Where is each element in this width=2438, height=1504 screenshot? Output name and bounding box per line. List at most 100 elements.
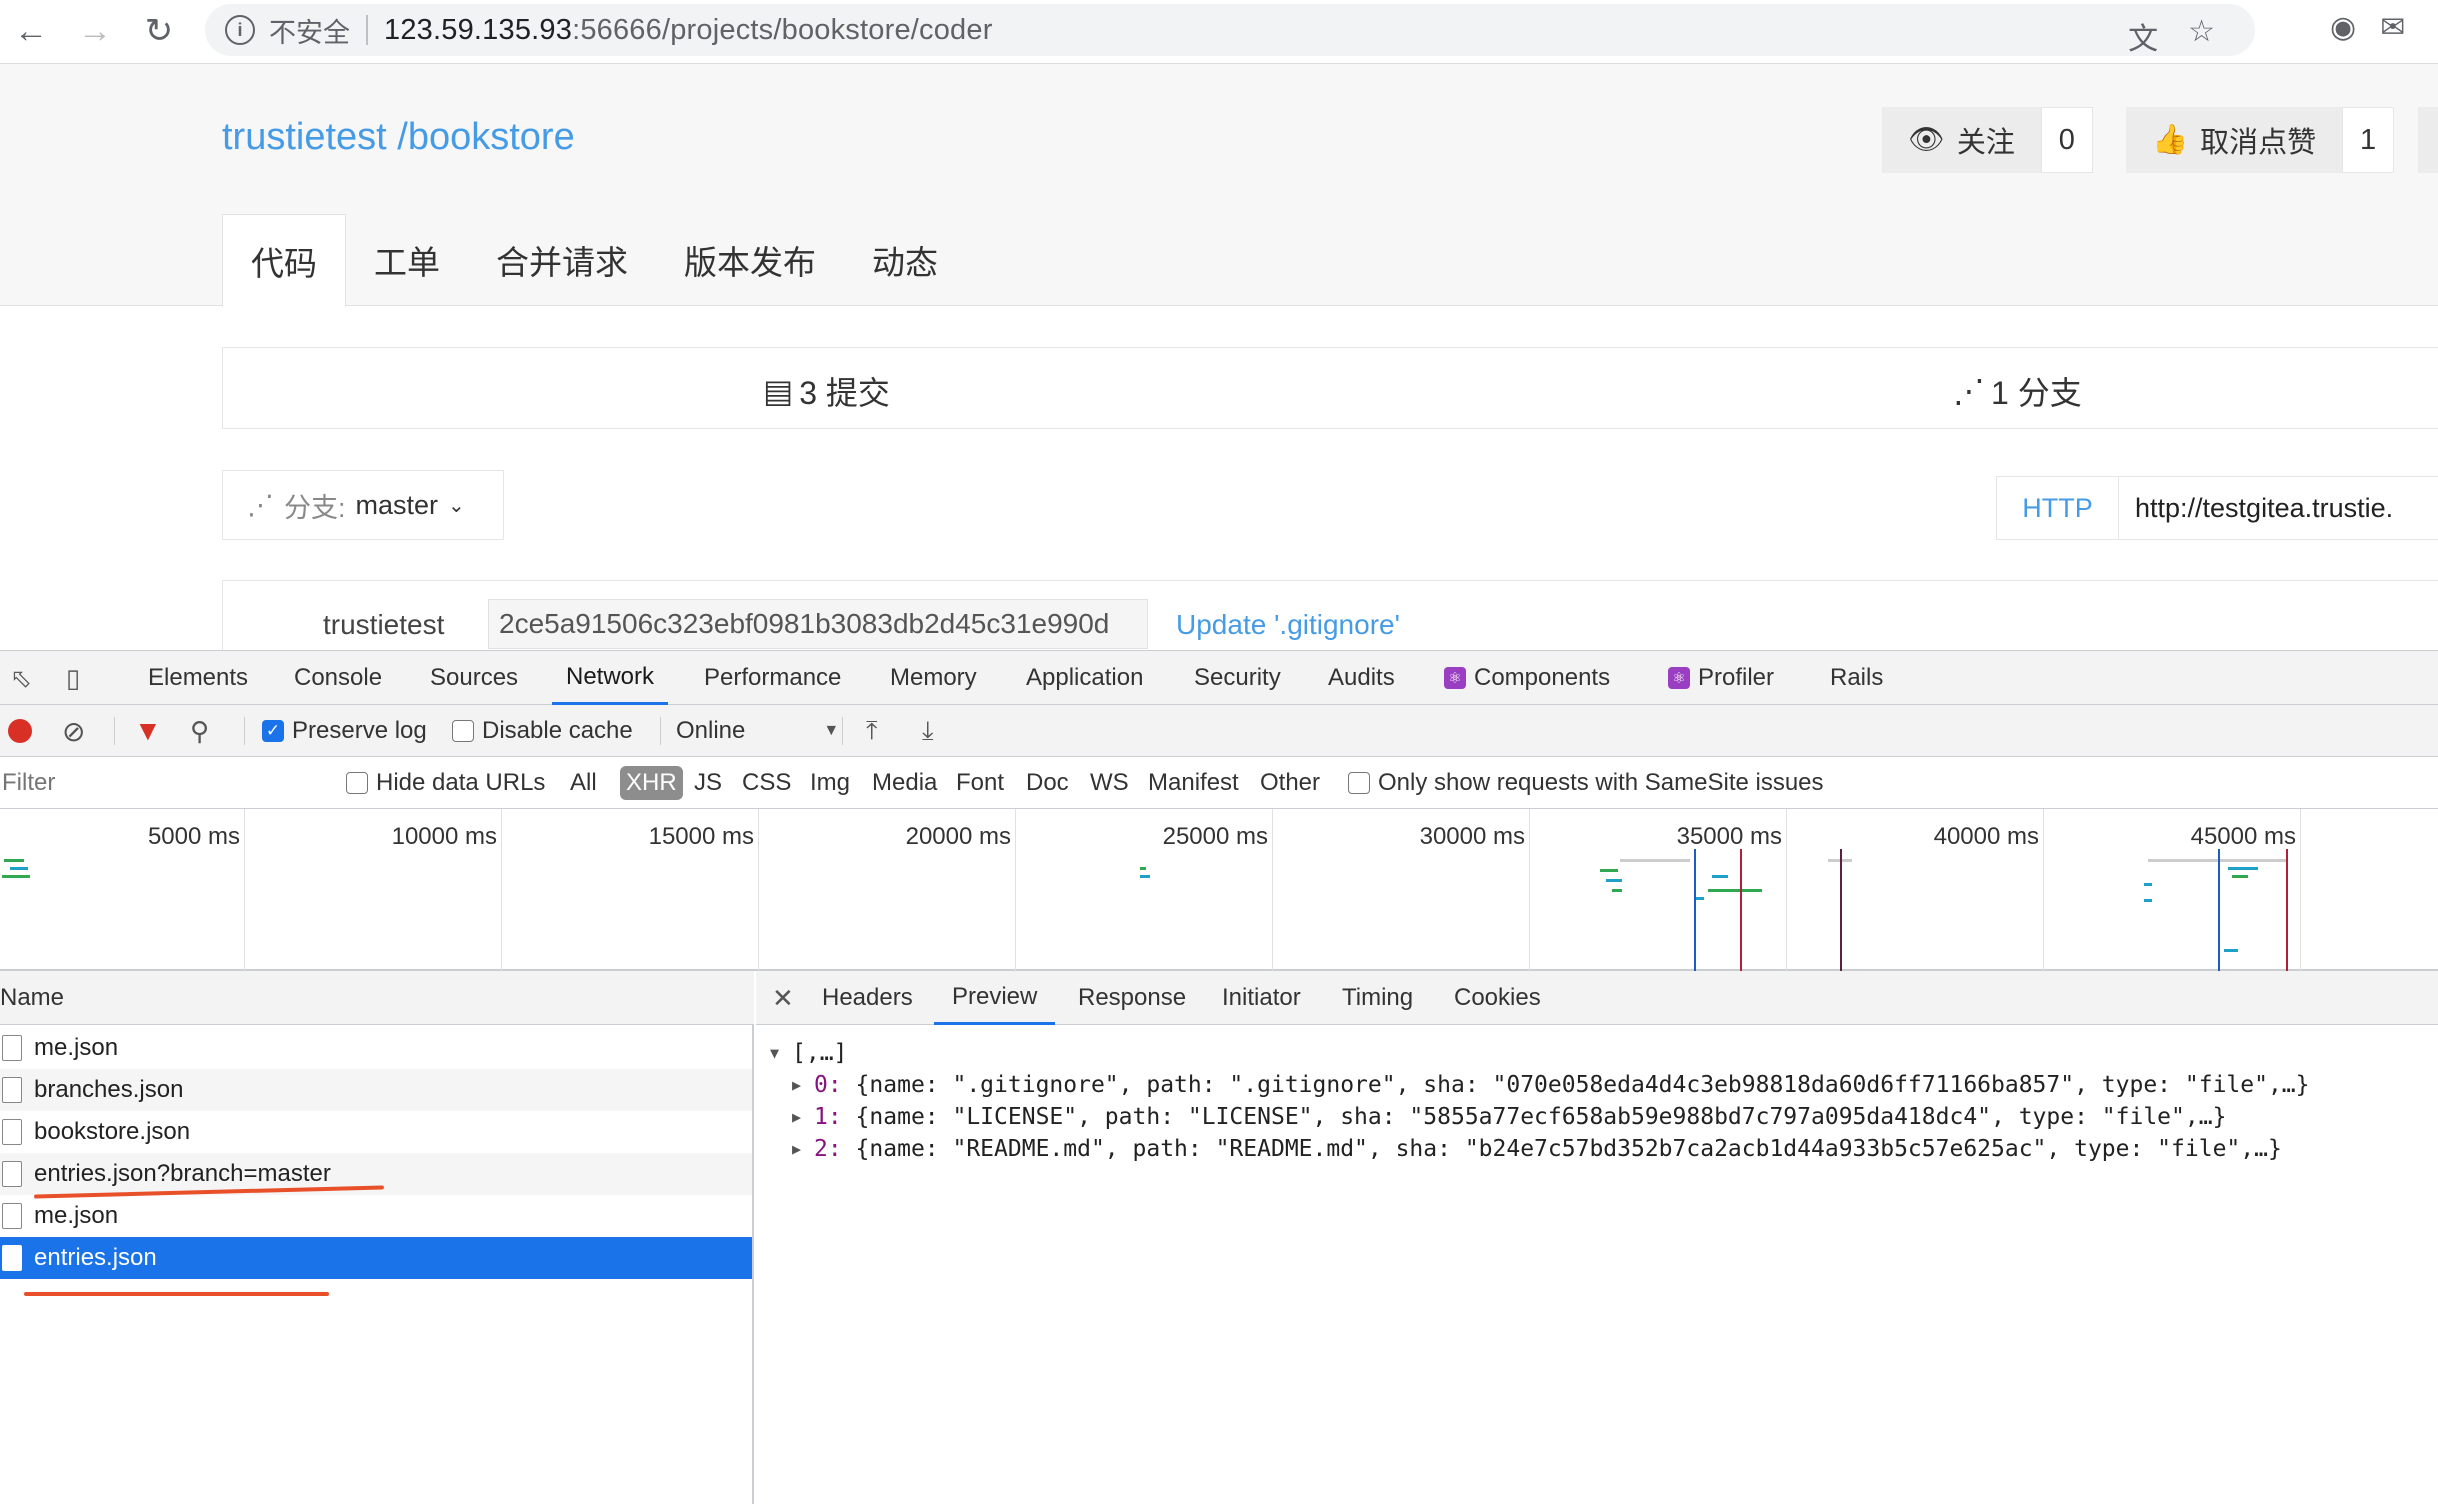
filter-input[interactable]: [0, 763, 320, 803]
tab-code[interactable]: 代码: [222, 214, 346, 307]
device-toolbar-icon[interactable]: ▯: [58, 663, 88, 693]
unlike-button[interactable]: 👍 取消点赞: [2126, 107, 2343, 173]
translate-icon[interactable]: 文: [2128, 14, 2158, 58]
filter-type-ws[interactable]: WS: [1090, 757, 1129, 809]
tab-security[interactable]: Security: [1194, 651, 1281, 705]
tab-releases[interactable]: 版本发布: [656, 214, 844, 306]
address-bar[interactable]: i 不安全 123.59.135.93:56666/projects/books…: [205, 4, 2255, 56]
export-har-icon[interactable]: ⤓: [922, 705, 934, 757]
watch-button[interactable]: 👁 关注: [1882, 107, 2041, 173]
url-text[interactable]: 123.59.135.93:56666/projects/bookstore/c…: [384, 14, 993, 47]
timeline-request-bar: [2144, 883, 2152, 886]
request-row-selected[interactable]: entries.json: [0, 1237, 752, 1279]
import-har-icon[interactable]: ⤒: [866, 705, 878, 757]
eye-icon: 👁: [1908, 124, 1945, 156]
extension-camera-icon[interactable]: ◉: [2330, 10, 2356, 45]
commit-sha[interactable]: 2ce5a91506c323ebf0981b3083db2d45c31e990d: [488, 599, 1148, 649]
branch-selector[interactable]: ⋰ 分支: master ⌄: [222, 470, 504, 540]
filter-type-img[interactable]: Img: [810, 757, 850, 809]
disable-cache-label: Disable cache: [482, 717, 633, 744]
disable-cache-checkbox[interactable]: Disable cache: [452, 705, 633, 757]
samesite-checkbox[interactable]: Only show requests with SameSite issues: [1348, 757, 1824, 809]
tab-sources[interactable]: Sources: [430, 651, 518, 705]
repo-title[interactable]: trustietest /bookstore: [222, 116, 575, 159]
filter-type-font[interactable]: Font: [956, 757, 1004, 809]
tab-rails[interactable]: Rails: [1830, 651, 1883, 705]
forward-icon[interactable]: →: [72, 8, 118, 54]
tab-network[interactable]: Network: [552, 651, 669, 705]
preserve-log-checkbox[interactable]: ✓ Preserve log: [262, 705, 427, 757]
hide-data-urls-checkbox[interactable]: Hide data URLs: [346, 757, 545, 809]
tab-activity[interactable]: 动态: [844, 214, 966, 306]
expand-triangle-icon[interactable]: ▶: [792, 1076, 814, 1094]
commits-stat[interactable]: ▤ 3 提交: [763, 368, 890, 414]
commit-author[interactable]: trustietest: [323, 609, 444, 641]
tab-elements[interactable]: Elements: [148, 651, 248, 705]
timeline-gridline: [2043, 809, 2044, 971]
filter-type-all[interactable]: All: [570, 757, 597, 809]
request-row[interactable]: me.json: [0, 1027, 752, 1069]
tab-audits[interactable]: Audits: [1328, 651, 1395, 705]
extension-mail-icon[interactable]: ✉: [2380, 10, 2405, 45]
tab-pull-requests[interactable]: 合并请求: [468, 214, 656, 306]
request-row[interactable]: me.json: [0, 1195, 752, 1237]
expand-triangle-icon[interactable]: ▶: [792, 1108, 814, 1126]
tab-response[interactable]: Response: [1078, 971, 1186, 1025]
tab-initiator[interactable]: Initiator: [1222, 971, 1301, 1025]
tab-console[interactable]: Console: [294, 651, 382, 705]
like-button-group[interactable]: 👍 取消点赞 1: [2126, 107, 2395, 173]
tab-preview[interactable]: Preview: [934, 971, 1056, 1025]
branches-stat[interactable]: ⋰ 1 分支: [1953, 368, 2082, 414]
filter-type-xhr[interactable]: XHR: [620, 766, 683, 800]
json-entry[interactable]: ▶ 0: {name: ".gitignore", path: ".gitigno…: [770, 1069, 2310, 1101]
filter-type-doc[interactable]: Doc: [1026, 757, 1069, 809]
collapse-triangle-icon[interactable]: ▼: [770, 1044, 792, 1062]
tab-components[interactable]: ⚛ Components: [1444, 651, 1610, 705]
filter-icon[interactable]: ▼: [134, 705, 162, 757]
filter-type-js[interactable]: JS: [694, 757, 722, 809]
filter-type-manifest[interactable]: Manifest: [1148, 757, 1239, 809]
tab-issues[interactable]: 工单: [346, 214, 468, 306]
clone-protocol-button[interactable]: HTTP: [1997, 477, 2119, 539]
filter-type-css[interactable]: CSS: [742, 757, 791, 809]
request-row[interactable]: bookstore.json: [0, 1111, 752, 1153]
close-icon[interactable]: ✕: [772, 983, 794, 1014]
record-icon[interactable]: [8, 705, 32, 757]
inspect-element-icon[interactable]: ⬁: [6, 663, 36, 693]
json-entry[interactable]: ▶ 1: {name: "LICENSE", path: "LICENSE", s…: [770, 1101, 2310, 1133]
request-row[interactable]: branches.json: [0, 1069, 752, 1111]
throttling-select[interactable]: Online ▼: [676, 705, 839, 757]
tab-cookies[interactable]: Cookies: [1454, 971, 1541, 1025]
info-icon[interactable]: i: [225, 15, 255, 45]
annotation-underline-entries: [24, 1292, 329, 1296]
checkbox-unchecked[interactable]: [1348, 772, 1370, 794]
checkbox-unchecked[interactable]: [346, 772, 368, 794]
tab-performance[interactable]: Performance: [704, 651, 841, 705]
checkbox-unchecked[interactable]: [452, 720, 474, 742]
watch-button-group[interactable]: 👁 关注 0: [1882, 107, 2093, 173]
tab-application[interactable]: Application: [1026, 651, 1143, 705]
timeline-request-bar: [1620, 859, 1690, 862]
filter-type-other[interactable]: Other: [1260, 757, 1320, 809]
tab-profiler[interactable]: ⚛ Profiler: [1668, 651, 1774, 705]
fork-button-partial[interactable]: [2418, 107, 2438, 173]
tab-headers[interactable]: Headers: [822, 971, 913, 1025]
tab-timing[interactable]: Timing: [1342, 971, 1413, 1025]
request-list-header[interactable]: Name: [0, 971, 754, 1025]
repo-header: trustietest /bookstore 👁 关注 0 👍 取消点赞 1 代…: [0, 64, 2438, 307]
search-icon[interactable]: ⚲: [190, 705, 209, 757]
bookmark-star-icon[interactable]: ☆: [2188, 14, 2215, 58]
clone-url-field[interactable]: http://testgitea.trustie.: [2119, 477, 2393, 539]
back-icon[interactable]: ←: [8, 8, 54, 54]
clear-icon[interactable]: ⊘: [62, 705, 85, 757]
filter-type-media[interactable]: Media: [872, 757, 937, 809]
reload-icon[interactable]: ↻: [136, 8, 182, 54]
expand-triangle-icon[interactable]: ▶: [792, 1140, 814, 1158]
commit-message[interactable]: Update '.gitignore': [1176, 609, 1400, 641]
timeline-request-bar: [1708, 889, 1762, 892]
tab-memory[interactable]: Memory: [890, 651, 977, 705]
checkbox-checked[interactable]: ✓: [262, 720, 284, 742]
json-entry[interactable]: ▶ 2: {name: "README.md", path: "README.md…: [770, 1133, 2310, 1165]
network-overview-timeline[interactable]: 5000 ms 10000 ms 15000 ms 20000 ms 25000…: [0, 809, 2438, 971]
json-root[interactable]: ▼ [,…]: [770, 1037, 2310, 1069]
